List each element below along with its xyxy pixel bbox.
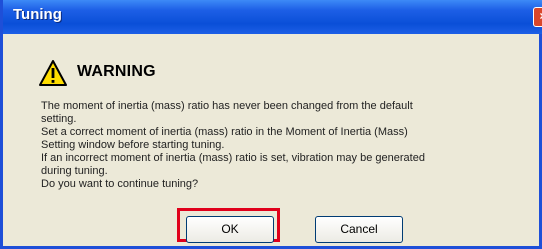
tuning-dialog: Tuning × WARNING The moment of inertia (… xyxy=(0,0,542,249)
close-icon[interactable]: × xyxy=(533,7,542,27)
title-bar[interactable]: Tuning × xyxy=(3,0,542,34)
message-line: setting. xyxy=(41,113,77,125)
message-line: If an incorrect moment of inertia (mass)… xyxy=(41,152,425,164)
message-line: during tuning. xyxy=(41,165,108,177)
warning-message: The moment of inertia (mass) ratio has n… xyxy=(41,100,531,191)
message-line: Do you want to continue tuning? xyxy=(41,178,199,190)
window-title: Tuning xyxy=(13,6,62,23)
warning-triangle-icon xyxy=(39,60,67,86)
ok-button[interactable]: OK xyxy=(186,216,274,243)
message-line: The moment of inertia (mass) ratio has n… xyxy=(41,100,413,112)
message-line: Setting window before starting tuning. xyxy=(41,139,225,151)
warning-heading: WARNING xyxy=(77,63,156,80)
cancel-button[interactable]: Cancel xyxy=(315,216,403,243)
message-line: Set a correct moment of inertia (mass) r… xyxy=(41,126,408,138)
